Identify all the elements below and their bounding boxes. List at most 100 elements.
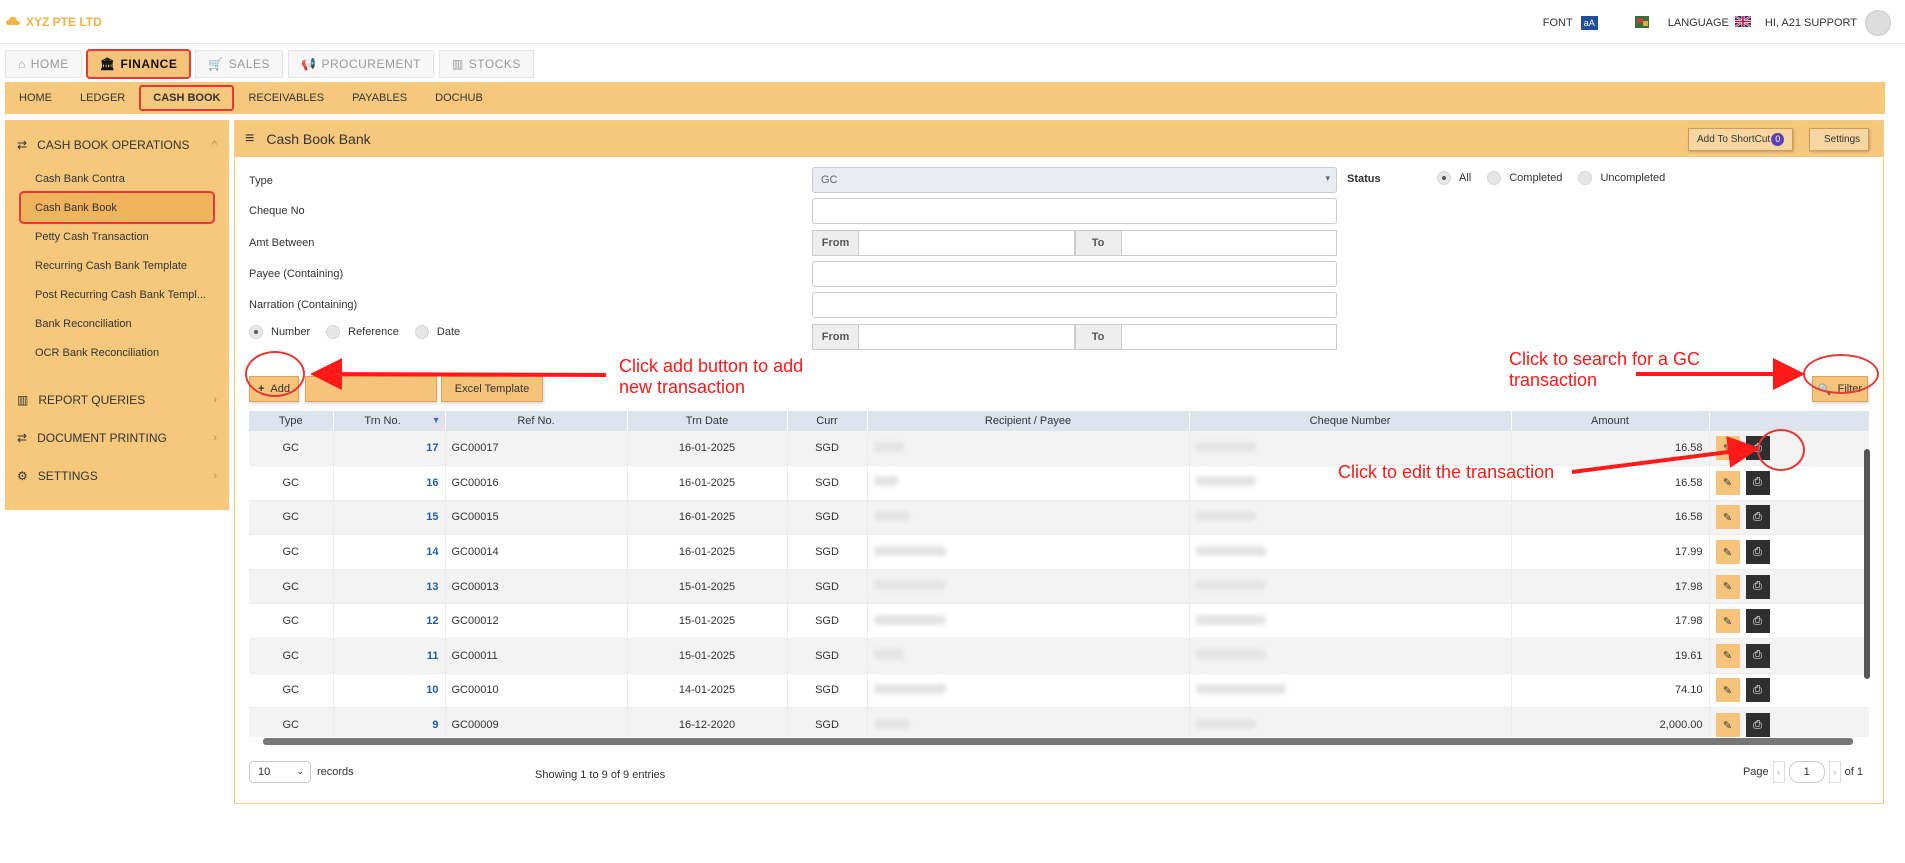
import-button[interactable] [305, 376, 437, 402]
cell-trn-no[interactable]: 13 [333, 569, 446, 605]
excel-template-button[interactable]: Excel Template [441, 376, 543, 402]
table-row[interactable]: GC 9 GC00009 16-12-2020 SGD 2,000.00 ✎ ⎙ [249, 707, 1869, 737]
print-icon[interactable]: ⎙ [1745, 540, 1770, 565]
sort-to-input[interactable] [1121, 324, 1337, 350]
table-row[interactable]: GC 12 GC00012 15-01-2025 SGD 17.98 ✎ ⎙ [249, 603, 1869, 640]
col-ref-no[interactable]: Ref No. [445, 411, 628, 431]
sidebar-item-cash-bank-book[interactable]: Cash Bank Book [19, 191, 215, 224]
col-trn-no[interactable]: Trn No. ▼ [333, 411, 446, 431]
sidebar-item-bank-reconciliation[interactable]: Bank Reconciliation [5, 309, 229, 338]
col-trn-date[interactable]: Trn Date [627, 411, 788, 431]
col-amount[interactable]: Amount [1511, 411, 1710, 431]
table-row[interactable]: GC 17 GC00017 16-01-2025 SGD 16.58 ✎ ⎙ [249, 431, 1869, 467]
hamburger-icon[interactable]: ≡ [245, 130, 254, 148]
font-size-icon[interactable]: aA [1580, 16, 1598, 30]
print-icon[interactable]: ⎙ [1745, 678, 1770, 703]
print-icon[interactable]: ⎙ [1745, 713, 1770, 737]
status-completed[interactable]: Completed [1487, 171, 1562, 185]
amount-from-input[interactable] [859, 230, 1075, 256]
cheque-no-input[interactable] [812, 198, 1337, 224]
next-page-button[interactable]: › [1828, 761, 1841, 783]
sidebar-section-operations[interactable]: ⇄ CASH BOOK OPERATIONS ^ [5, 126, 229, 164]
col-recipient[interactable]: Recipient / Payee [867, 411, 1190, 431]
print-icon[interactable]: ⎙ [1745, 643, 1770, 668]
edit-icon[interactable]: ✎ [1715, 678, 1740, 703]
col-cheque-number[interactable]: Cheque Number [1189, 411, 1512, 431]
cell-trn-no[interactable]: 11 [333, 638, 446, 674]
cell-trn-no[interactable]: 12 [333, 603, 446, 640]
edit-icon[interactable]: ✎ [1715, 505, 1740, 530]
sidebar-item-recurring-template[interactable]: Recurring Cash Bank Template [5, 251, 229, 280]
type-select[interactable]: GC ▾ [812, 167, 1337, 193]
subnav-dochub[interactable]: DOCHUB [421, 85, 497, 111]
top-right-tools: FONT aA LANGUAGE HI, A21 SUPPORT [1543, 10, 1891, 36]
sidebar-section-reports[interactable]: ▥ REPORT QUERIES › [5, 381, 229, 419]
redacted-text [873, 441, 904, 452]
page-size-select[interactable]: 10 ⌄ [249, 761, 311, 783]
table-row[interactable]: GC 14 GC00014 16-01-2025 SGD 17.99 ✎ ⎙ [249, 534, 1869, 570]
uk-flag-icon[interactable] [1734, 15, 1752, 30]
tab-procurement[interactable]: 📢 PROCUREMENT [287, 50, 434, 78]
theme-icon[interactable] [1634, 14, 1650, 33]
edit-icon[interactable]: ✎ [1715, 713, 1740, 737]
payee-input[interactable] [812, 261, 1337, 287]
cell-trn-no[interactable]: 14 [333, 534, 446, 570]
sidebar-section-settings[interactable]: ⚙ SETTINGS › [5, 457, 229, 495]
vertical-scrollbar[interactable] [1863, 437, 1871, 727]
narration-input[interactable] [812, 292, 1337, 318]
horizontal-scrollbar[interactable] [253, 737, 1863, 745]
amount-to-input[interactable] [1121, 230, 1337, 256]
cell-curr: SGD [787, 603, 868, 640]
print-icon[interactable]: ⎙ [1745, 574, 1770, 599]
subnav-ledger[interactable]: LEDGER [66, 85, 139, 111]
table-row[interactable]: GC 10 GC00010 14-01-2025 SGD 74.10 ✎ ⎙ [249, 673, 1869, 709]
status-all[interactable]: All [1437, 171, 1471, 185]
print-icon[interactable]: ⎙ [1745, 505, 1770, 530]
edit-icon[interactable]: ✎ [1715, 643, 1740, 668]
tab-sales[interactable]: 🛒 SALES [195, 50, 283, 78]
radio-date[interactable]: Date [414, 325, 460, 339]
sidebar-item-post-recurring[interactable]: Post Recurring Cash Bank Templ... [5, 280, 229, 309]
subnav-cash-book[interactable]: CASH BOOK [139, 85, 235, 111]
edit-icon[interactable]: ✎ [1715, 574, 1740, 599]
cell-trn-no[interactable]: 16 [333, 465, 446, 501]
cell-trn-no[interactable]: 17 [333, 431, 446, 467]
sidebar-section-printing[interactable]: ⇄ DOCUMENT PRINTING › [5, 419, 229, 457]
edit-icon[interactable]: ✎ [1715, 436, 1740, 461]
prev-page-button[interactable]: ‹ [1772, 761, 1785, 783]
radio-reference[interactable]: Reference [326, 325, 399, 339]
sidebar-item-ocr-reconciliation[interactable]: OCR Bank Reconciliation [5, 338, 229, 367]
sidebar-item-cash-bank-contra[interactable]: Cash Bank Contra [5, 164, 229, 193]
page-input[interactable]: 1 [1788, 761, 1825, 783]
cell-trn-no[interactable]: 15 [333, 500, 446, 536]
subnav-receivables[interactable]: RECEIVABLES [234, 85, 338, 111]
avatar[interactable] [1865, 10, 1891, 36]
sort-from-input[interactable] [859, 324, 1075, 350]
settings-button[interactable]: Settings [1809, 128, 1870, 151]
edit-icon[interactable]: ✎ [1715, 470, 1740, 495]
cell-trn-no[interactable]: 9 [333, 707, 446, 737]
table-row[interactable]: GC 15 GC00015 16-01-2025 SGD 16.58 ✎ ⎙ [249, 500, 1869, 536]
subnav-home[interactable]: HOME [5, 85, 66, 111]
col-curr[interactable]: Curr [787, 411, 868, 431]
status-uncompleted[interactable]: Uncompleted [1578, 171, 1665, 185]
radio-number[interactable]: Number [249, 325, 310, 339]
scroll-thumb[interactable] [1864, 449, 1870, 679]
add-to-shortcut-button[interactable]: Add To ShortCut 0 [1688, 128, 1794, 151]
brand[interactable]: XYZ PTE LTD [6, 15, 102, 29]
col-type[interactable]: Type [249, 411, 334, 431]
tab-home[interactable]: ⌂ HOME [5, 50, 82, 78]
cell-trn-no[interactable]: 10 [333, 673, 446, 709]
print-icon[interactable]: ⎙ [1745, 609, 1770, 634]
print-icon[interactable]: ⎙ [1745, 470, 1770, 495]
tab-finance[interactable]: 🏛 FINANCE [85, 49, 192, 79]
edit-icon[interactable]: ✎ [1715, 609, 1740, 634]
tab-stocks[interactable]: ▥ STOCKS [438, 50, 534, 78]
table-row[interactable]: GC 11 GC00011 15-01-2025 SGD 19.61 ✎ ⎙ [249, 638, 1869, 674]
scroll-thumb[interactable] [263, 738, 1853, 745]
table-row[interactable]: GC 13 GC00013 15-01-2025 SGD 17.98 ✎ ⎙ [249, 569, 1869, 605]
subnav-payables[interactable]: PAYABLES [338, 85, 421, 111]
edit-icon[interactable]: ✎ [1715, 540, 1740, 565]
sidebar-item-petty-cash[interactable]: Petty Cash Transaction [5, 222, 229, 251]
user-greeting[interactable]: HI, A21 SUPPORT [1765, 17, 1857, 29]
